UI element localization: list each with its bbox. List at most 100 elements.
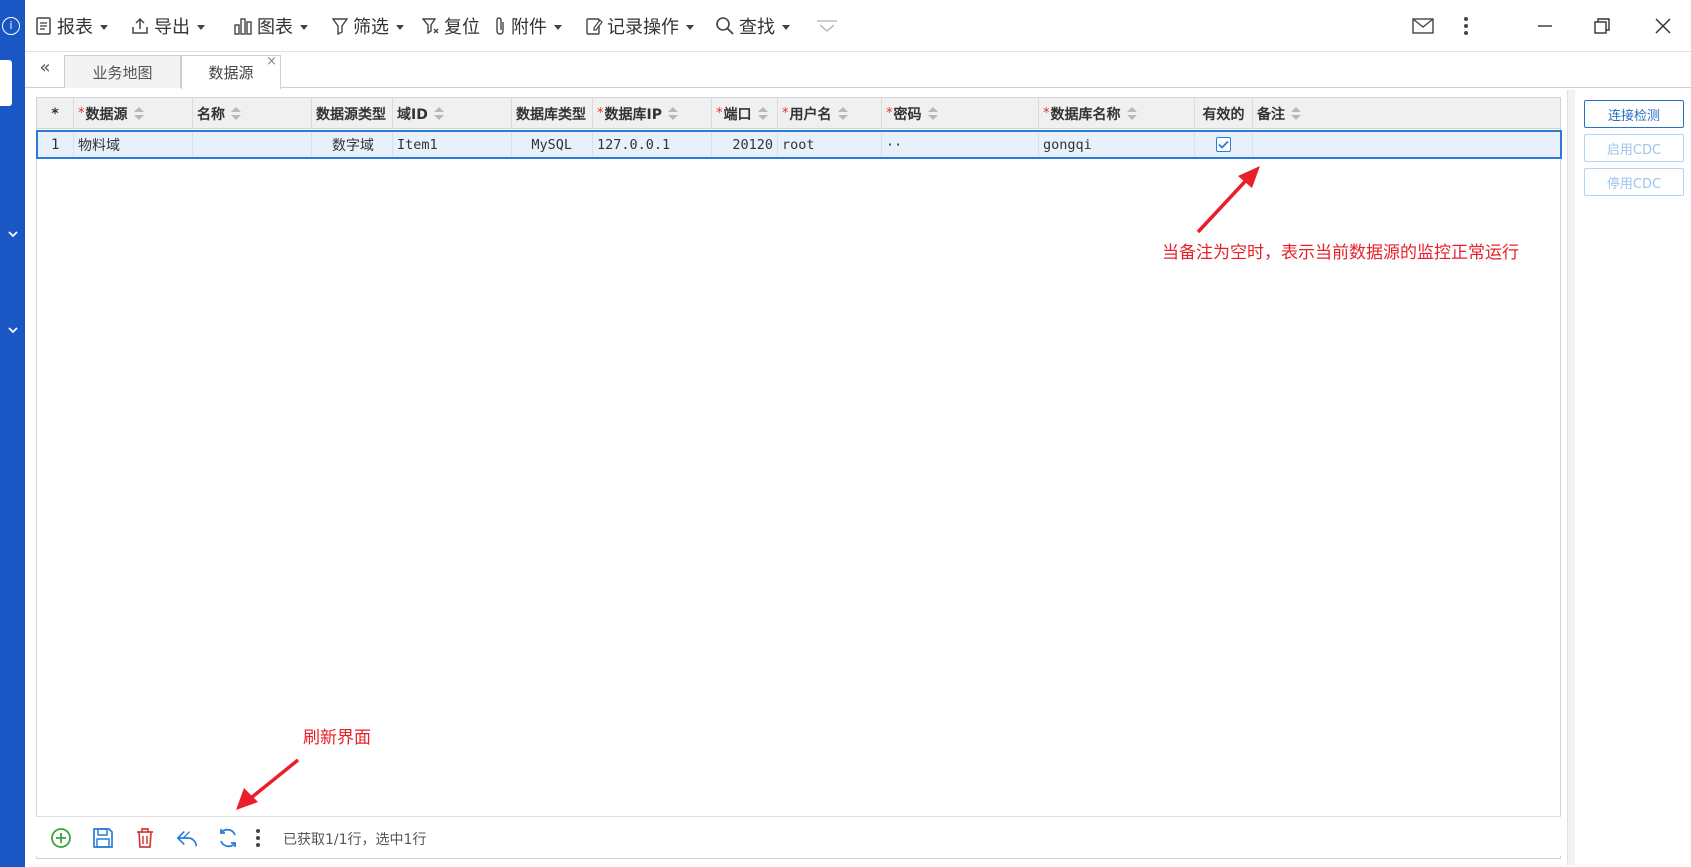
cell-db-name[interactable]: gongqi [1039,132,1195,157]
minimize-icon[interactable] [1530,12,1560,40]
refresh-annotation: 刷新界面 [303,728,371,748]
column-header[interactable]: * 数据库名称 [1039,98,1195,129]
disable-cdc-button[interactable]: 停用CDC [1584,168,1684,196]
export-label: 导出 [154,17,190,38]
required-mark: * [782,106,789,121]
sort-icon[interactable] [433,106,444,121]
report-label: 报表 [57,17,93,38]
valid-checkbox[interactable] [1216,137,1231,152]
column-label: 备注 [1257,106,1285,123]
column-header[interactable]: * 密码 [882,98,1039,129]
chevron-down-icon [396,24,404,30]
refresh-icon[interactable] [216,826,240,850]
required-mark: * [597,106,604,121]
sort-icon[interactable] [133,106,144,121]
enable-cdc-button[interactable]: 启用CDC [1584,134,1684,162]
sort-icon[interactable] [1126,106,1137,121]
report-icon [36,17,51,35]
delete-icon[interactable] [133,826,157,850]
chevron-down-icon[interactable] [6,323,20,337]
cell-source-type[interactable]: 数字域 [312,132,393,157]
search-icon [716,17,734,35]
record-ops-menu-button[interactable]: 记录操作 [585,13,694,39]
cell-username[interactable]: root [778,132,882,157]
more-vertical-icon[interactable] [252,826,264,850]
export-menu-button[interactable]: 导出 [130,13,205,39]
tab-label: 数据源 [208,64,254,82]
status-text: 已获取1/1行，选中1行 [283,832,427,848]
column-header[interactable]: 数据库类型 [512,98,593,129]
column-label: 端口 [723,106,752,123]
nav-handle[interactable] [0,60,12,106]
connection-test-button[interactable]: 连接检测 [1584,100,1684,128]
tab-label: 业务地图 [92,63,153,82]
more-vertical-icon[interactable] [1451,12,1481,40]
column-header[interactable]: 域ID [393,98,512,129]
attachment-label: 附件 [511,17,547,38]
cell-domain-id[interactable]: Item1 [393,132,512,157]
collapse-tabs-button[interactable]: « [35,57,55,78]
record-ops-label: 记录操作 [607,17,679,38]
sort-icon[interactable] [667,106,678,121]
chart-menu-button[interactable]: 图表 [233,13,308,39]
cell-port[interactable]: 20120 [712,132,778,157]
sort-icon[interactable] [757,106,768,121]
sort-icon[interactable] [927,106,938,121]
restore-icon[interactable] [1587,12,1617,40]
close-icon[interactable] [1648,12,1678,40]
column-header[interactable]: 数据源类型 [312,98,393,129]
data-source-grid: * * 数据源 名称 数据源类型 域ID 数据库类型 * 数据库IP * 端口 * 用户… [36,97,1562,859]
save-icon[interactable] [91,826,115,850]
attachment-menu-button[interactable]: 附件 [493,13,562,39]
annotation-arrow-icon [1196,166,1260,234]
column-header[interactable]: 有效的 [1195,98,1253,129]
cell-password[interactable]: ·· [882,132,1039,157]
chevron-down-icon [554,24,562,30]
chevron-down-icon [782,24,790,30]
report-menu-button[interactable]: 报表 [35,13,108,39]
cell-remark[interactable] [1253,132,1560,157]
table-row[interactable]: 1 物料域 数字域 Item1 MySQL 127.0.0.1 20120 ro… [36,130,1562,159]
column-header[interactable]: * 用户名 [778,98,882,129]
collapse-toolbar-button[interactable] [815,13,839,39]
filter-label: 筛选 [353,17,389,38]
column-label: 有效的 [1202,106,1245,123]
search-menu-button[interactable]: 查找 [715,13,790,39]
column-header[interactable]: * 数据库IP [593,98,712,129]
cell-data-source[interactable]: 物料域 [74,132,193,157]
column-header[interactable]: 名称 [193,98,312,129]
undo-icon[interactable] [175,826,199,850]
sort-icon[interactable] [1291,106,1301,121]
vertical-scrollbar[interactable] [1567,90,1575,865]
tab-business-map[interactable]: 业务地图 [64,55,181,88]
column-header[interactable]: 备注 [1253,98,1562,129]
chevron-down-icon[interactable] [6,227,20,241]
cell-name[interactable] [193,132,312,157]
grid-bottom-bar: 已获取1/1行，选中1行 [36,816,1561,856]
column-header[interactable]: * 数据源 [74,98,193,129]
required-mark: * [886,106,893,121]
record-ops-icon [586,18,603,35]
close-icon[interactable]: × [266,54,277,69]
column-header[interactable]: * 端口 [712,98,778,129]
chevron-down-icon [197,24,205,30]
sort-icon[interactable] [231,106,241,121]
chart-label: 图表 [257,17,293,38]
filter-icon [331,18,349,36]
info-icon[interactable]: i [2,17,20,35]
cell-db-type[interactable]: MySQL [512,132,593,157]
filter-reset-button[interactable]: 复位 [422,13,480,39]
mail-icon[interactable] [1408,12,1438,40]
tab-bar: « 业务地图 数据源 × [25,52,1691,89]
filter-menu-button[interactable]: 筛选 [331,13,404,39]
sort-icon[interactable] [837,106,848,121]
cell-db-ip[interactable]: 127.0.0.1 [593,132,712,157]
column-label: 用户名 [789,106,832,123]
remark-annotation: 当备注为空时，表示当前数据源的监控正常运行 [1162,243,1519,263]
cell-valid[interactable] [1195,132,1253,157]
tab-data-source[interactable]: 数据源 × [181,54,281,89]
add-icon[interactable] [49,826,73,850]
required-mark: * [1043,106,1050,121]
column-label: 数据库名称 [1050,106,1121,123]
grid-header: * * 数据源 名称 数据源类型 域ID 数据库类型 * 数据库IP * 端口 * 用户… [37,98,1560,129]
